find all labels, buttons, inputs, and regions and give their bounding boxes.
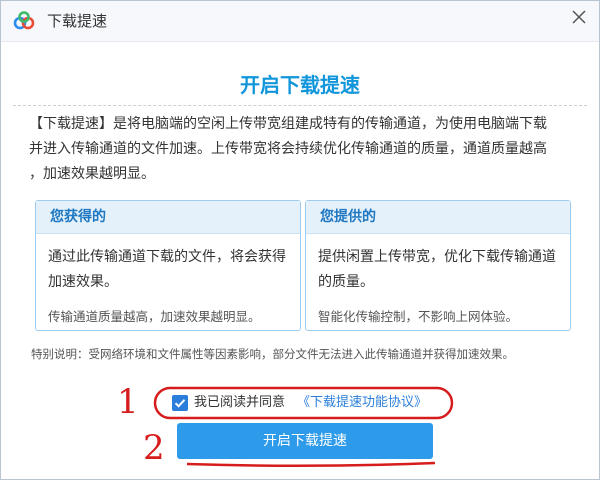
- benefit-card-text: 通过此传输通道下载的文件，将会获得加速效果。: [48, 249, 286, 290]
- close-icon[interactable]: [567, 5, 591, 29]
- special-note: 特别说明：受网络环境和文件属性等因素影响，部分文件无法进入此传输通道并获得加速效…: [31, 347, 514, 361]
- contribution-card-note: 智能化传输控制，不影响上网体验。: [318, 309, 519, 324]
- agreement-link[interactable]: 《下载提速功能协议》: [297, 393, 427, 413]
- benefit-card-note: 传输通道质量越高，加速效果越明显。: [48, 309, 261, 324]
- annotation-number-2: 2: [143, 428, 165, 468]
- benefit-card-title: 您获得的: [36, 201, 300, 234]
- page-heading: 开启下载提速: [240, 73, 360, 97]
- title-bar: 下载提速: [1, 1, 599, 42]
- enable-speedup-button[interactable]: 开启下载提速: [177, 423, 433, 459]
- download-speedup-dialog: 下载提速 开启下载提速 【下载提速】是将电脑端的空闲上传带宽组建成特有的传输通道…: [0, 0, 600, 480]
- benefit-card: 您获得的 通过此传输通道下载的文件，将会获得加速效果。 传输通道质量越高，加速效…: [35, 200, 301, 331]
- cloud-logo-icon: [13, 11, 35, 30]
- contribution-card: 您提供的 提供闲置上传带宽，优化下载传输通道的质量。 智能化传输控制，不影响上网…: [305, 200, 571, 331]
- heading-divider: [13, 105, 587, 106]
- contribution-card-text: 提供闲置上传带宽，优化下载传输通道的质量。: [318, 249, 556, 290]
- agree-checkbox[interactable]: [172, 395, 188, 411]
- agree-label: 我已阅读并同意: [194, 395, 286, 410]
- annotation-number-1: 1: [117, 382, 139, 422]
- window-title: 下载提速: [47, 12, 108, 30]
- annotation-underline: [186, 461, 436, 468]
- contribution-card-title: 您提供的: [306, 201, 570, 234]
- intro-text: 【下载提速】是将电脑端的空闲上传带宽组建成特有的传输通道，为使用电脑端下载 并进…: [29, 116, 547, 182]
